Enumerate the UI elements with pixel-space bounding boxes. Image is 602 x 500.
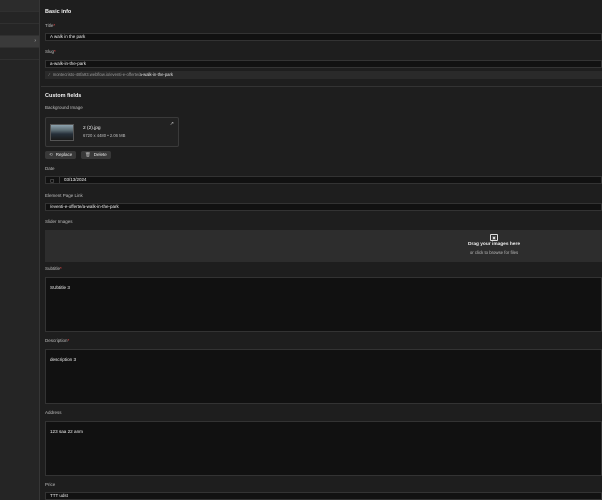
address-label: Address <box>45 410 62 415</box>
link-icon: ⁄ <box>49 72 50 77</box>
required-marker: * <box>54 49 56 54</box>
title-input[interactable]: A walk in the park <box>45 33 602 41</box>
slider-images-label: Slider Images <box>45 219 73 224</box>
description-textarea[interactable]: description 3 <box>45 349 602 404</box>
section-divider <box>41 86 602 87</box>
basic-info-heading: Basic info <box>45 9 72 15</box>
required-marker: * <box>67 338 70 343</box>
slider-images-dropzone[interactable]: ▣ Drag your images here or click to brow… <box>45 230 602 262</box>
address-textarea[interactable]: 123 saa 22 anm <box>45 421 602 476</box>
chevron-right-icon: › <box>34 38 36 44</box>
sidebar-row[interactable] <box>0 12 39 24</box>
delete-button[interactable]: 🗑 Delete <box>81 151 111 159</box>
replace-button[interactable]: ⟲ Replace <box>45 151 77 159</box>
sidebar-row[interactable] <box>0 24 39 36</box>
file-name: 2 (2).jpg <box>83 126 101 131</box>
sidebar-row-active[interactable]: › <box>0 36 39 48</box>
image-icon: ▣ <box>490 234 498 241</box>
element-page-link-input[interactable]: /eventi-e-offerte/a-walk-in-the-park <box>45 203 602 211</box>
date-separator <box>59 177 60 183</box>
file-meta: 6720 x 4480 • 2.06 MB <box>83 133 126 138</box>
background-image-label: Background Image <box>45 105 83 110</box>
sidebar-row[interactable] <box>0 0 39 12</box>
element-page-link-label: Element Page Link <box>45 193 83 198</box>
url-slug: a-walk-in-the-park <box>139 72 173 77</box>
url-prefix: montecristo-48fa93.webflow.io/eventi-e-o… <box>52 72 140 77</box>
subtitle-textarea[interactable]: SUbtitle 3 <box>45 277 602 332</box>
slug-url-preview[interactable]: ⁄ montecristo-48fa93.webflow.io/eventi-e-… <box>45 71 602 79</box>
trash-icon: 🗑 <box>85 152 91 157</box>
slug-input[interactable]: a-walk-in-the-park <box>45 60 602 68</box>
description-label: Description* <box>45 338 70 343</box>
title-label: Title* <box>45 23 56 28</box>
required-marker: * <box>60 266 62 271</box>
image-thumbnail <box>50 124 74 141</box>
price-label: Price <box>45 482 56 487</box>
background-image-file-card[interactable]: 2 (2).jpg 6720 x 4480 • 2.06 MB ↗ <box>45 117 179 147</box>
custom-fields-heading: Custom fields <box>45 93 82 99</box>
slug-label: Slug* <box>45 49 56 54</box>
required-marker: * <box>53 23 56 28</box>
dropzone-title: Drag your images here <box>468 242 520 247</box>
dropzone-subtitle: or click to browse for files <box>469 250 519 255</box>
sidebar: › <box>0 0 40 500</box>
price-input[interactable]: TTT udst <box>45 492 602 500</box>
item-editor: Basic info Title* A walk in the park Slu… <box>41 0 602 500</box>
subtitle-label: Subtitle* <box>45 266 62 271</box>
external-link-icon[interactable]: ↗ <box>170 121 174 127</box>
sidebar-row[interactable] <box>0 48 39 60</box>
date-input[interactable]: ▢ 03/13/2024 <box>45 176 602 184</box>
date-label: Date <box>45 166 55 171</box>
calendar-icon[interactable]: ▢ <box>50 178 54 184</box>
date-value: 03/13/2024 <box>64 177 87 182</box>
replace-icon: ⟲ <box>49 152 53 157</box>
